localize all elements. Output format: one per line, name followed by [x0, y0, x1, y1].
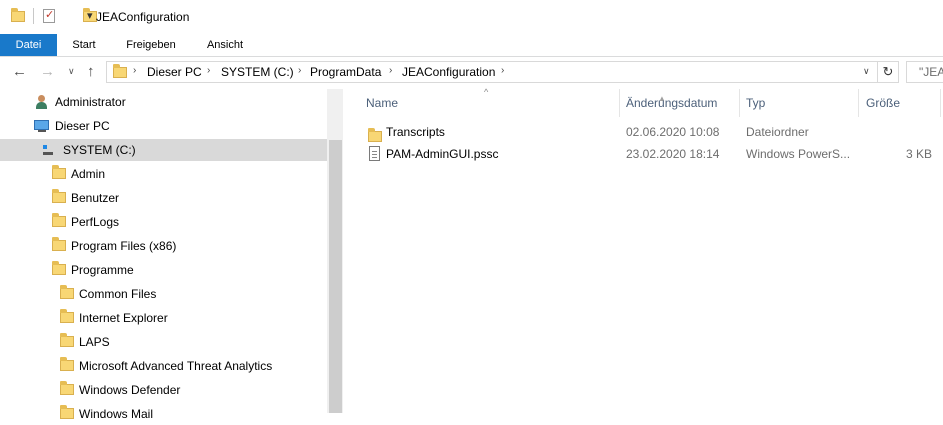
file-type: Dateiordner — [746, 125, 809, 139]
tab-start[interactable]: Start — [63, 34, 105, 56]
address-dropdown-icon[interactable]: ∨ — [863, 66, 870, 77]
file-modified: 23.02.2020 18:14 — [626, 147, 720, 161]
toolbar-divider — [33, 8, 34, 24]
folder-icon — [60, 333, 74, 347]
customize-dropdown-icon[interactable]: ▾ — [87, 9, 93, 22]
nav-item-dieser-pc[interactable]: Dieser PC — [0, 115, 327, 137]
column-header-type[interactable]: Typ — [746, 96, 765, 110]
nav-item-laps[interactable]: LAPS — [0, 331, 327, 353]
breadcrumb-jeaconfiguration[interactable]: JEAConfiguration — [402, 65, 495, 79]
breadcrumb-dieser-pc[interactable]: Dieser PC — [147, 65, 202, 79]
column-header-name[interactable]: Name — [366, 96, 398, 110]
nav-item-system-c[interactable]: SYSTEM (C:) — [0, 139, 327, 161]
file-row-pam-admingui[interactable]: PAM-AdminGUI.pssc 23.02.2020 18:14 Windo… — [344, 143, 943, 165]
nav-item-benutzer[interactable]: Benutzer — [0, 187, 327, 209]
folder-icon — [60, 309, 74, 323]
nav-item-label: Internet Explorer — [79, 311, 168, 325]
address-bar[interactable]: › Dieser PC › SYSTEM (C:) › ProgramData … — [106, 61, 878, 83]
folder-icon — [52, 213, 66, 227]
nav-item-label: Benutzer — [71, 191, 120, 205]
nav-item-programme[interactable]: Programme — [0, 259, 327, 281]
nav-item-internet-explorer[interactable]: Internet Explorer — [0, 307, 327, 329]
computer-icon — [34, 120, 49, 130]
column-divider[interactable] — [739, 89, 740, 117]
refresh-icon: ↻ — [882, 64, 894, 79]
sort-ascending-icon: ^ — [484, 87, 489, 97]
nav-item-label: Administrator — [55, 95, 126, 109]
nav-item-label: Windows Defender — [79, 383, 181, 397]
folder-icon — [52, 189, 66, 203]
folder-icon — [60, 357, 74, 371]
recent-locations-chevron-icon[interactable]: ∨ — [68, 66, 75, 77]
folder-icon — [52, 237, 66, 251]
folder-icon — [60, 381, 74, 395]
nav-item-administrator[interactable]: Administrator — [0, 91, 327, 113]
nav-item-label: Program Files (x86) — [71, 239, 177, 253]
folder-icon — [52, 165, 66, 179]
tab-freigeben[interactable]: Freigeben — [117, 34, 185, 56]
breadcrumb-programdata[interactable]: ProgramData — [310, 65, 381, 79]
breadcrumb-separator-icon[interactable]: › — [298, 65, 301, 76]
breadcrumb-separator-icon[interactable]: › — [133, 65, 136, 76]
nav-item-label: SYSTEM (C:) — [63, 143, 136, 157]
scrollbar-thumb[interactable] — [329, 140, 342, 413]
title-bar: ✓ ▾ JEAConfiguration — [0, 0, 943, 34]
nav-item-admin[interactable]: Admin — [0, 163, 327, 185]
column-divider[interactable] — [940, 89, 941, 117]
nav-item-label: Microsoft Advanced Threat Analytics — [79, 359, 273, 373]
column-header-modified[interactable]: Änderungsdatum — [626, 96, 717, 110]
breadcrumb-separator-icon[interactable]: › — [207, 65, 210, 76]
file-row-transcripts[interactable]: Transcripts 02.06.2020 10:08 Dateiordner — [344, 121, 943, 143]
column-divider[interactable] — [858, 89, 859, 117]
nav-item-perflogs[interactable]: PerfLogs — [0, 211, 327, 233]
tab-ansicht[interactable]: Ansicht — [196, 34, 254, 56]
nav-item-label: Programme — [71, 263, 134, 277]
nav-item-label: PerfLogs — [71, 215, 120, 229]
folder-icon — [52, 261, 66, 275]
drive-icon — [42, 145, 53, 155]
folder-icon — [60, 285, 74, 299]
file-type: Windows PowerS... — [746, 147, 851, 161]
breadcrumb-separator-icon[interactable]: › — [389, 65, 392, 76]
nav-item-microsoft-ata[interactable]: Microsoft Advanced Threat Analytics — [0, 355, 327, 377]
column-header-size[interactable]: Größe — [866, 96, 900, 110]
file-modified: 02.06.2020 10:08 — [626, 125, 720, 139]
breadcrumb-system-c[interactable]: SYSTEM (C:) — [221, 65, 294, 79]
breadcrumb-separator-icon[interactable]: › — [501, 65, 504, 76]
nav-item-label: Windows Mail — [79, 407, 154, 421]
column-divider[interactable] — [619, 89, 620, 117]
folder-icon[interactable] — [11, 8, 25, 22]
file-name: PAM-AdminGUI.pssc — [386, 147, 499, 161]
folder-icon — [368, 128, 382, 142]
back-arrow-icon[interactable]: ← — [12, 63, 27, 80]
navigation-pane: Administrator Dieser PC SYSTEM (C:) Admi… — [0, 89, 342, 421]
search-input[interactable]: "JEA — [906, 61, 943, 83]
window-title: JEAConfiguration — [96, 10, 190, 24]
nav-item-common-files[interactable]: Common Files — [0, 283, 327, 305]
nav-item-program-files-x86[interactable]: Program Files (x86) — [0, 235, 327, 257]
nav-item-windows-defender[interactable]: Windows Defender — [0, 379, 327, 401]
user-icon — [36, 95, 47, 109]
file-name: Transcripts — [386, 125, 445, 139]
file-size: 3 KB — [905, 147, 932, 161]
nav-item-windows-mail[interactable]: Windows Mail — [0, 403, 327, 425]
forward-arrow-icon[interactable]: → — [40, 63, 55, 80]
address-row: ← → ∨ ↑ › Dieser PC › SYSTEM (C:) › Prog… — [0, 57, 943, 88]
folder-icon — [60, 405, 74, 419]
properties-icon[interactable]: ✓ — [43, 9, 55, 23]
folder-icon — [113, 64, 127, 78]
nav-item-label: Common Files — [79, 287, 157, 301]
nav-item-label: LAPS — [79, 335, 110, 349]
up-arrow-icon[interactable]: ↑ — [87, 63, 95, 80]
file-icon — [369, 146, 380, 161]
nav-item-label: Dieser PC — [55, 119, 110, 133]
refresh-button[interactable]: ↻ — [878, 61, 899, 83]
ribbon: Datei Start Freigeben Ansicht — [0, 34, 943, 57]
tab-datei[interactable]: Datei — [0, 34, 57, 56]
nav-item-label: Admin — [71, 167, 106, 181]
